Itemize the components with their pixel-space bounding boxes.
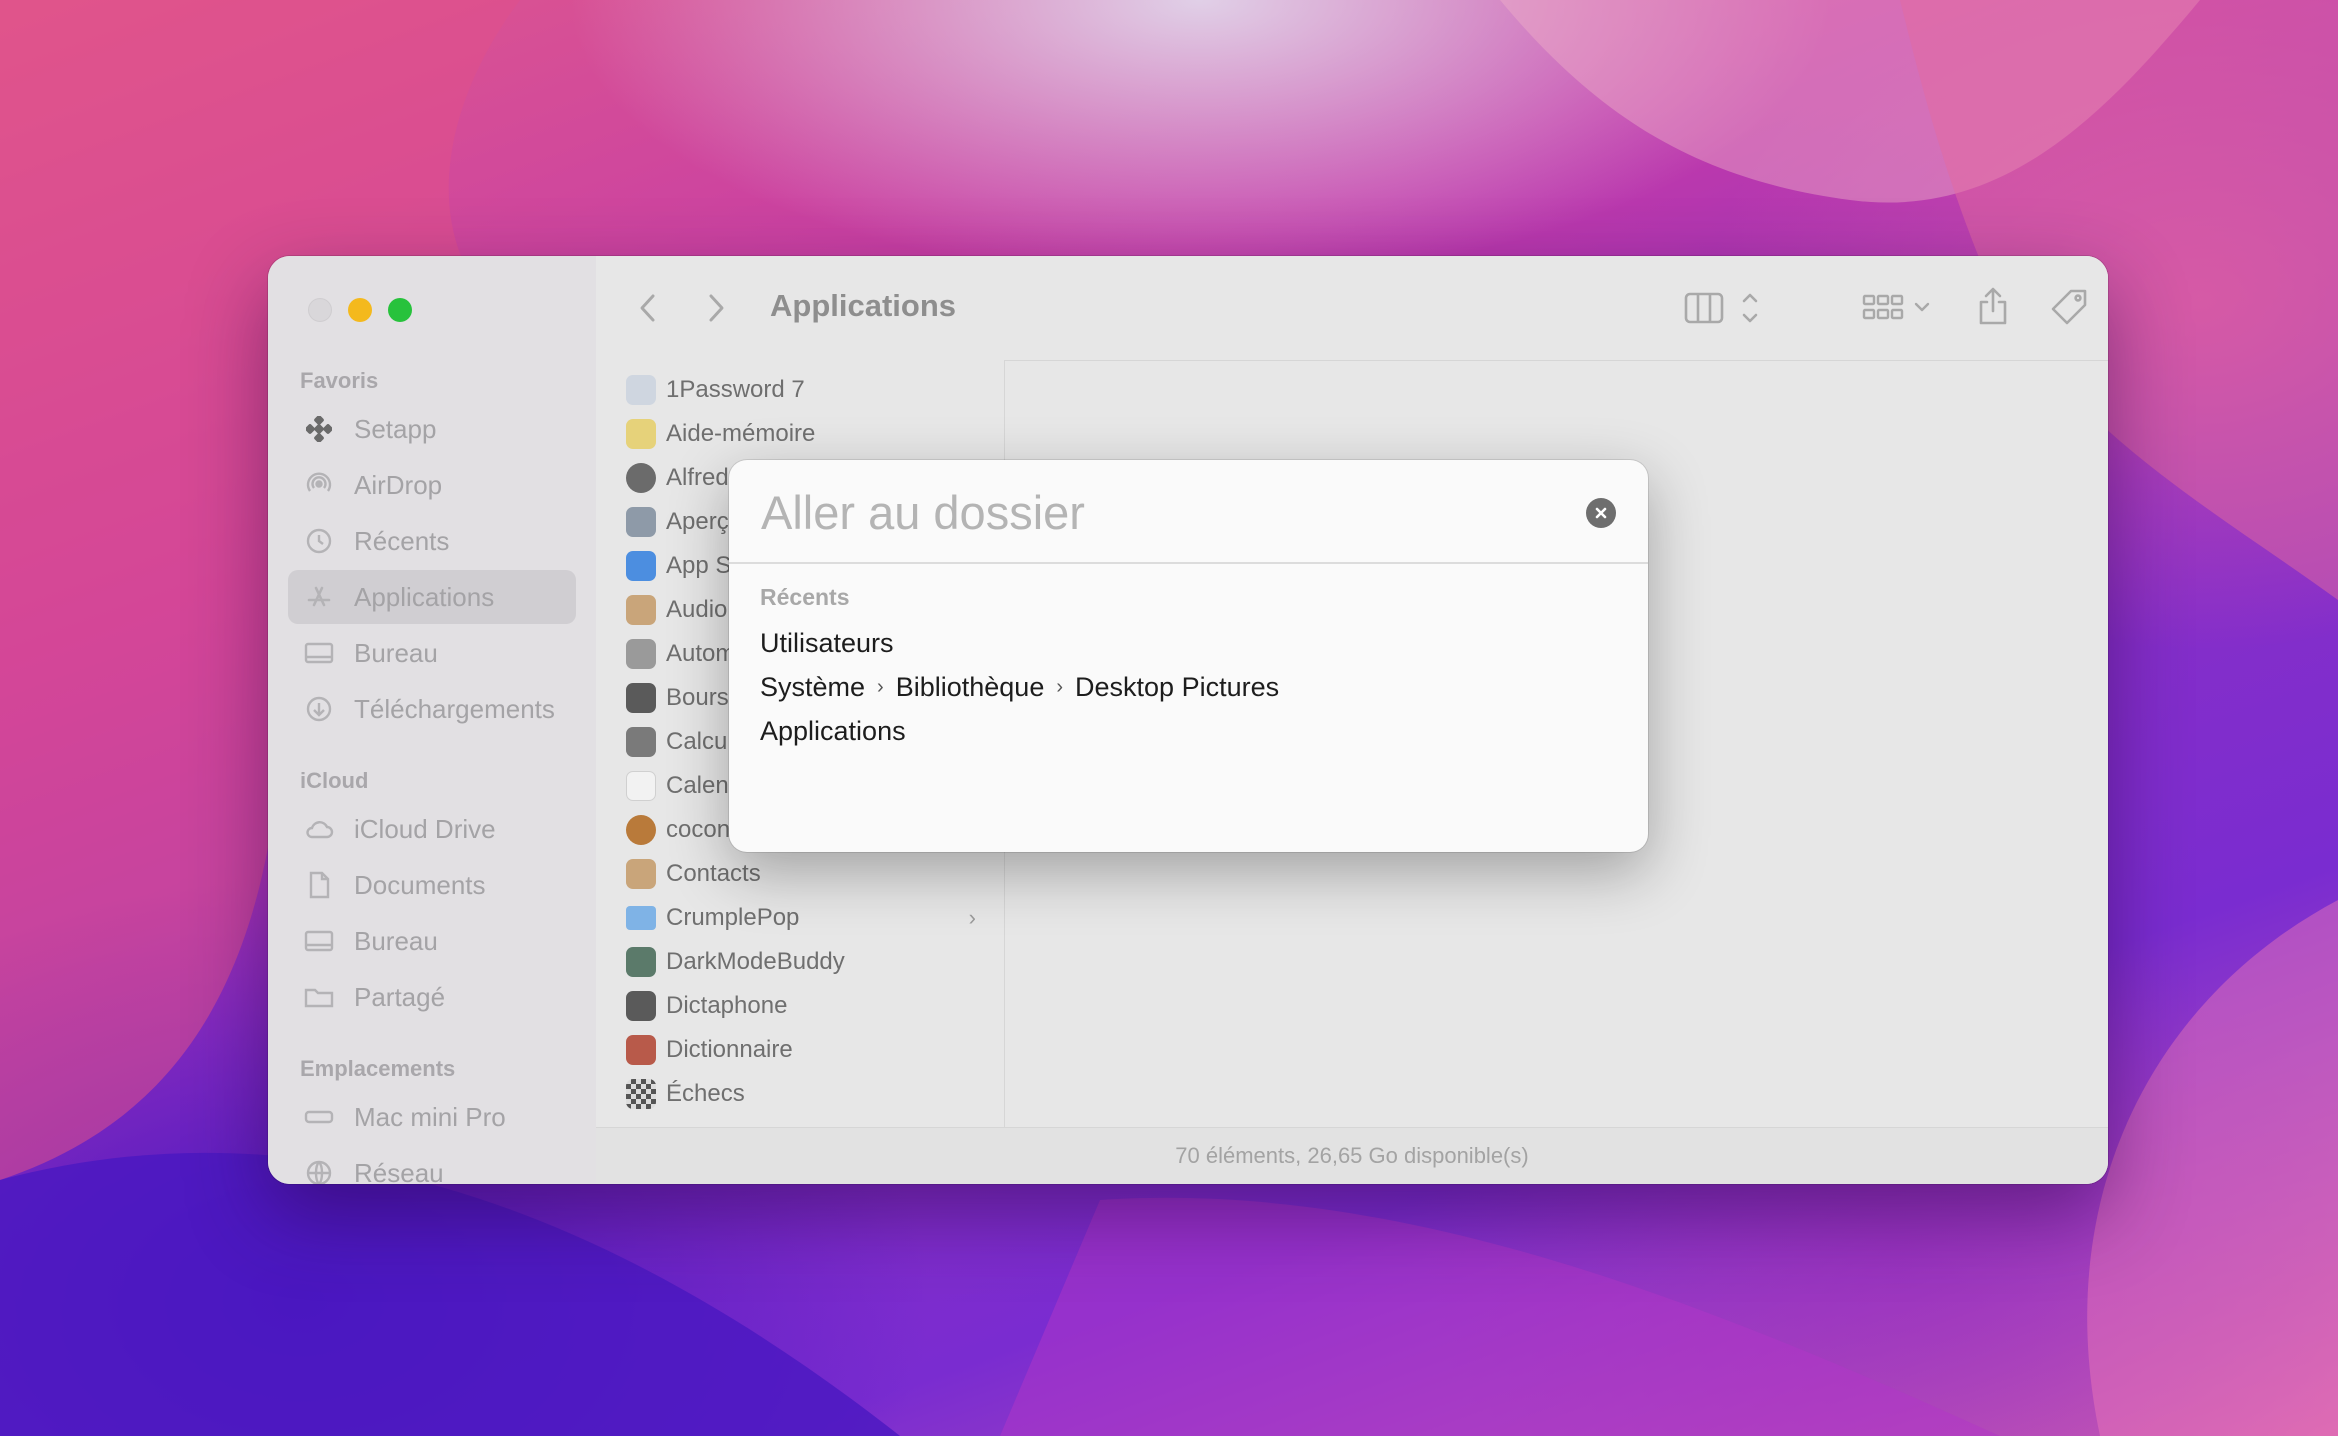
- sidebar-item-label: Récents: [354, 525, 450, 556]
- chevron-right-icon: ›: [1056, 676, 1064, 698]
- status-text: 70 éléments, 26,65 Go disponible(s): [1175, 1143, 1529, 1168]
- list-item[interactable]: Aide-mémoire: [596, 412, 1004, 456]
- path-segment: Desktop Pictures: [1075, 672, 1280, 702]
- setapp-icon: [304, 414, 334, 444]
- list-item[interactable]: 1Password 7: [596, 368, 1004, 412]
- view-columns-button[interactable]: [1684, 290, 1764, 326]
- app-icon: [626, 815, 656, 845]
- app-icon: [626, 859, 656, 889]
- back-button[interactable]: [632, 290, 664, 326]
- sidebar-section-favorites: Favoris: [300, 368, 379, 393]
- app-icon: [626, 1079, 656, 1109]
- document-icon: [304, 870, 334, 900]
- app-icon: [626, 507, 656, 537]
- app-icon: [626, 727, 656, 757]
- desktop-icon: [304, 926, 334, 956]
- folder-icon: [626, 906, 656, 930]
- sidebar-item-label: Partagé: [354, 981, 446, 1012]
- recent-item-applications[interactable]: Applications: [760, 716, 906, 747]
- network-icon: [304, 1158, 334, 1184]
- path-segment: Bibliothèque: [895, 672, 1045, 702]
- path-input-row: [729, 460, 1648, 564]
- sidebar-item-label: Téléchargements: [354, 693, 555, 724]
- group-button[interactable]: [1862, 290, 1934, 326]
- sidebar-item-shared[interactable]: Partagé: [288, 970, 576, 1024]
- sidebar-item-setapp[interactable]: Setapp: [288, 402, 576, 456]
- status-bar: 70 éléments, 26,65 Go disponible(s): [596, 1127, 2108, 1184]
- sidebar-item-label: Applications: [354, 581, 495, 612]
- airdrop-icon: [304, 470, 334, 500]
- list-item[interactable]: Dictaphone: [596, 984, 1004, 1028]
- app-icon: [626, 947, 656, 977]
- app-icon: [626, 375, 656, 405]
- sidebar-item-label: iCloud Drive: [354, 813, 496, 844]
- sidebar-item-network[interactable]: Réseau: [288, 1146, 576, 1184]
- minimize-window-button[interactable]: [348, 298, 372, 322]
- app-icon: [626, 1035, 656, 1065]
- app-icon: [626, 683, 656, 713]
- sidebar-item-label: Documents: [354, 869, 486, 900]
- path-input[interactable]: [759, 482, 1543, 542]
- window-title: Applications: [770, 288, 957, 323]
- sidebar-item-applications[interactable]: Applications: [288, 570, 576, 624]
- sidebar-item-airdrop[interactable]: AirDrop: [288, 458, 576, 512]
- recents-header: Récents: [760, 584, 850, 610]
- list-item[interactable]: Contacts: [596, 852, 1004, 896]
- desktop-icon: [304, 638, 334, 668]
- toolbar: Applications: [596, 256, 2108, 361]
- app-icon: [626, 419, 656, 449]
- app-icon: [626, 551, 656, 581]
- sidebar-item-label: Réseau: [354, 1157, 444, 1185]
- close-window-button[interactable]: [308, 298, 332, 322]
- app-icon: [626, 639, 656, 669]
- app-icon: [626, 991, 656, 1021]
- applications-icon: [304, 582, 334, 612]
- sidebar-section-icloud: iCloud: [300, 768, 369, 793]
- sidebar-item-bureau[interactable]: Bureau: [288, 626, 576, 680]
- sidebar-item-label: Mac mini Pro: [354, 1101, 506, 1132]
- sidebar-section-locations: Emplacements: [300, 1056, 456, 1081]
- sidebar: Favoris Setapp AirDrop Récents Applicati…: [268, 256, 597, 1184]
- forward-button[interactable]: [700, 290, 732, 326]
- clock-icon: [304, 526, 334, 556]
- cloud-icon: [304, 814, 334, 844]
- sidebar-item-label: AirDrop: [354, 469, 443, 500]
- sidebar-item-mac-mini[interactable]: Mac mini Pro: [288, 1090, 576, 1144]
- app-icon: [626, 771, 656, 801]
- sidebar-item-label: Bureau: [354, 925, 438, 956]
- computer-icon: [304, 1102, 334, 1132]
- list-item[interactable]: Dictionnaire: [596, 1028, 1004, 1072]
- sidebar-item-icloud-drive[interactable]: iCloud Drive: [288, 802, 576, 856]
- sidebar-item-downloads[interactable]: Téléchargements: [288, 682, 576, 736]
- sidebar-item-bureau-icloud[interactable]: Bureau: [288, 914, 576, 968]
- recent-item-utilisateurs[interactable]: Utilisateurs: [760, 628, 894, 659]
- download-icon: [304, 694, 334, 724]
- chevron-right-icon: ›: [968, 905, 976, 930]
- go-to-folder-dialog: Récents Utilisateurs Système › Bibliothè…: [729, 460, 1648, 852]
- list-item[interactable]: DarkModeBuddy: [596, 940, 1004, 984]
- chevron-right-icon: ›: [877, 676, 884, 698]
- shared-folder-icon: [304, 982, 334, 1012]
- sidebar-item-documents[interactable]: Documents: [288, 858, 576, 912]
- path-segment: Système: [760, 672, 866, 702]
- recent-item-desktop-pictures[interactable]: Système › Bibliothèque › Desktop Picture…: [760, 672, 1279, 703]
- share-icon[interactable]: [1976, 284, 2010, 328]
- sidebar-item-label: Bureau: [354, 637, 438, 668]
- app-icon: [626, 595, 656, 625]
- tag-icon[interactable]: [2048, 286, 2090, 328]
- sidebar-item-recents[interactable]: Récents: [288, 514, 576, 568]
- list-item[interactable]: CrumplePop ›: [596, 896, 1004, 940]
- zoom-window-button[interactable]: [388, 298, 412, 322]
- app-icon: [626, 463, 656, 493]
- clear-icon[interactable]: [1586, 498, 1616, 528]
- sidebar-item-label: Setapp: [354, 413, 437, 444]
- list-item[interactable]: Échecs: [596, 1072, 1004, 1116]
